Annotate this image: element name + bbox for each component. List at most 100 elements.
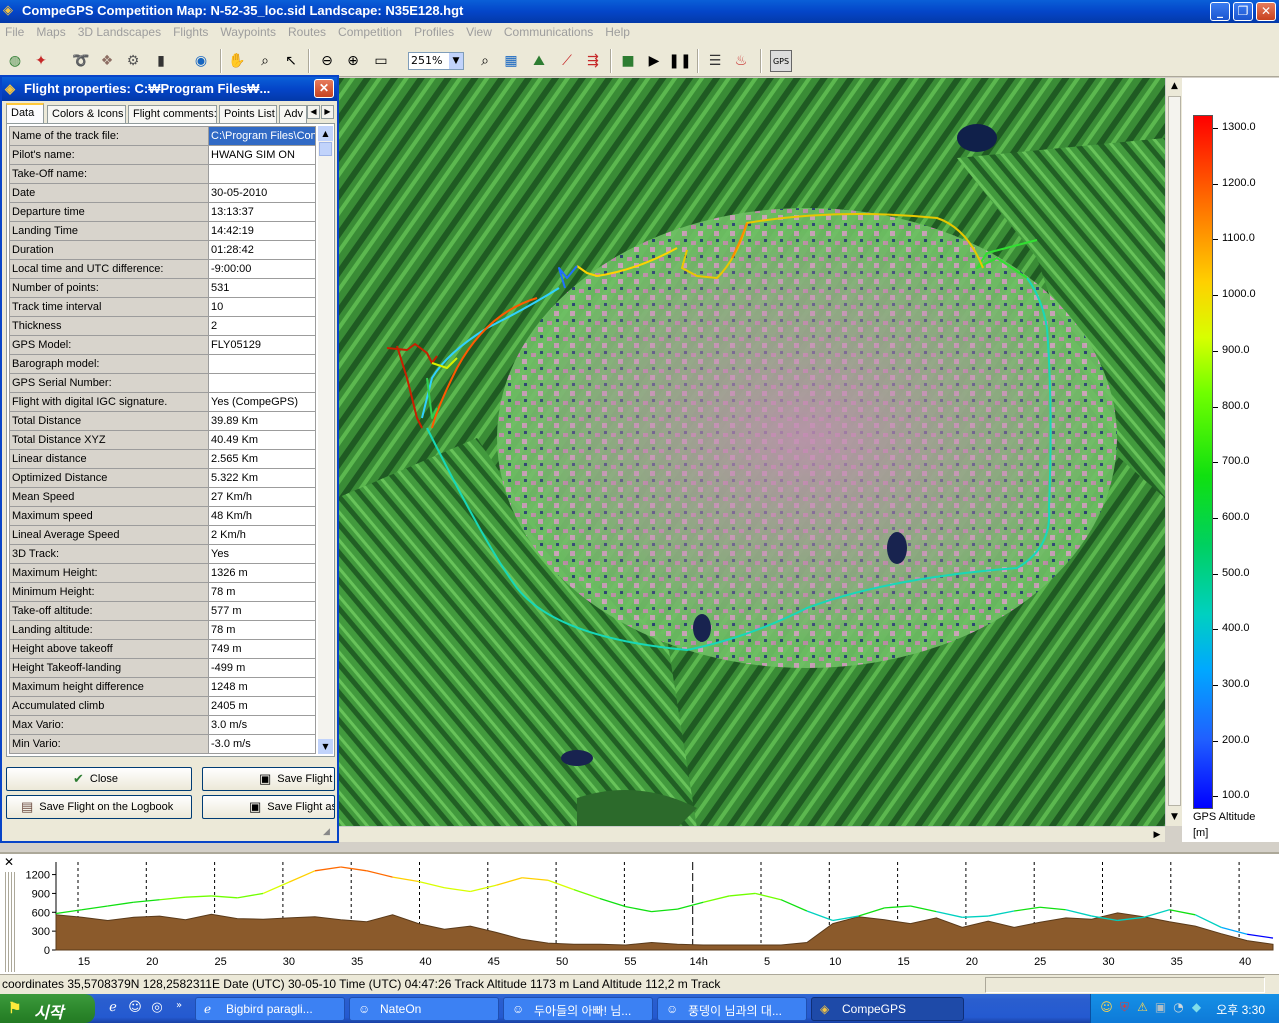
menu-communications[interactable]: Communications xyxy=(498,23,599,39)
save-flight-as-button[interactable]: ▣ Save Flight as xyxy=(202,795,335,819)
flight-data-row[interactable]: Number of points: 531 xyxy=(9,278,316,298)
flight-data-row[interactable]: Maximum Height: 1326 m xyxy=(9,563,316,583)
menu-flights[interactable]: Flights xyxy=(167,23,214,39)
pan-hand-icon[interactable]: ✋ xyxy=(226,50,248,72)
flight-data-row[interactable]: Maximum height difference 1248 m xyxy=(9,677,316,697)
globe-icon[interactable]: ◉ xyxy=(190,50,212,72)
flight-data-row[interactable]: Track time interval 10 xyxy=(9,297,316,317)
quicklaunch-expand-icon[interactable]: » xyxy=(170,1000,188,1018)
property-value[interactable] xyxy=(208,164,316,184)
menu-3d-landscapes[interactable]: 3D Landscapes xyxy=(72,23,167,39)
flight-data-row[interactable]: Optimized Distance 5.322 Km xyxy=(9,468,316,488)
taskbar-item-browser[interactable]: ℯ Bigbird paragli... xyxy=(195,997,345,1021)
property-value[interactable]: 78 m xyxy=(208,582,316,602)
property-value[interactable]: 10 xyxy=(208,297,316,317)
scroll-down-icon[interactable]: ▼ xyxy=(318,739,333,754)
flight-data-row[interactable]: Landing Time 14:42:19 xyxy=(9,221,316,241)
close-button[interactable]: ✔ Close xyxy=(6,767,192,791)
menu-maps[interactable]: Maps xyxy=(30,23,71,39)
tab-points-list[interactable]: Points List xyxy=(219,105,277,123)
update-icon[interactable]: ◆ xyxy=(1189,1000,1204,1015)
flight-data-row[interactable]: Min Vario: -3.0 m/s xyxy=(9,734,316,754)
messenger-icon[interactable]: ☺ xyxy=(126,1000,144,1018)
menu-competition[interactable]: Competition xyxy=(332,23,408,39)
altitude-profile-chart[interactable]: 1200 900 600 300 0 15 20 25 30 35 40 45 50 55 14h 5 10 15… xyxy=(20,854,1279,974)
property-value[interactable]: 3.0 m/s xyxy=(208,715,316,735)
panel-grip[interactable] xyxy=(5,872,15,972)
property-value[interactable]: 2.565 Km xyxy=(208,449,316,469)
taskbar-item-compegps[interactable]: ◈ CompeGPS xyxy=(811,997,964,1021)
3d-view-icon[interactable]: ▦ xyxy=(500,50,522,72)
zoom-out-icon[interactable]: ⊖ xyxy=(316,50,338,72)
scroll-right-icon[interactable]: ▶ xyxy=(1149,827,1165,843)
property-value[interactable]: 1248 m xyxy=(208,677,316,697)
thermal-icon[interactable]: ♨ xyxy=(730,50,752,72)
analysis-icon[interactable]: ⇶ xyxy=(582,50,604,72)
property-value[interactable]: 13:13:37 xyxy=(208,202,316,222)
start-button[interactable]: ⚑ 시작 xyxy=(0,994,95,1023)
flight-data-row[interactable]: Duration 01:28:42 xyxy=(9,240,316,260)
security-shield-icon[interactable]: ⛨ xyxy=(1117,1000,1132,1015)
menu-routes[interactable]: Routes xyxy=(282,23,332,39)
flight-data-row[interactable]: Total Distance XYZ 40.49 Km xyxy=(9,430,316,450)
menu-profiles[interactable]: Profiles xyxy=(408,23,460,39)
search-icon[interactable]: ⌕ xyxy=(474,50,496,72)
scroll-up-icon[interactable]: ▲ xyxy=(318,126,333,141)
property-value[interactable]: 78 m xyxy=(208,620,316,640)
scroll-up-icon[interactable]: ▲ xyxy=(1166,78,1183,95)
taskbar-item-nateon[interactable]: ☺ NateOn xyxy=(349,997,499,1021)
menu-view[interactable]: View xyxy=(460,23,498,39)
flight-data-row[interactable]: Accumulated climb 2405 m xyxy=(9,696,316,716)
property-value[interactable]: 5.322 Km xyxy=(208,468,316,488)
save-logbook-button[interactable]: ▤ Save Flight on the Logbook xyxy=(6,795,192,819)
flight-data-row[interactable]: GPS Model: FLY05129 xyxy=(9,335,316,355)
property-value[interactable]: 14:42:19 xyxy=(208,221,316,241)
tab-scroll-right-icon[interactable]: ▶ xyxy=(321,105,334,119)
flight-data-row[interactable]: Date 30-05-2010 xyxy=(9,183,316,203)
screen-fit-icon[interactable]: ▭ xyxy=(370,50,392,72)
tab-scroll-left-icon[interactable]: ◀ xyxy=(307,105,320,119)
flight-data-row[interactable]: Flight with digital IGC signature. Yes (C… xyxy=(9,392,316,412)
property-value[interactable]: 27 Km/h xyxy=(208,487,316,507)
grid-scrollbar[interactable]: ▲ ▼ xyxy=(318,126,333,754)
zoom-window-icon[interactable]: ⌕ xyxy=(254,50,276,72)
property-value[interactable]: 1326 m xyxy=(208,563,316,583)
flight-data-row[interactable]: Departure time 13:13:37 xyxy=(9,202,316,222)
gps-device-icon[interactable]: ▮ xyxy=(150,50,172,72)
flight-data-row[interactable]: Total Distance 39.89 Km xyxy=(9,411,316,431)
network-icon[interactable]: ▣ xyxy=(1153,1000,1168,1015)
tab-data[interactable]: Data xyxy=(6,103,44,123)
property-value[interactable]: C:\Program Files\Con xyxy=(208,126,316,146)
volume-icon[interactable]: ◔ xyxy=(1171,1000,1186,1015)
tab-colors-icons[interactable]: Colors & Icons xyxy=(47,105,126,123)
profile-graph-icon[interactable]: ⟋ xyxy=(556,50,578,72)
zoom-select[interactable]: 251% ▼ xyxy=(408,52,464,70)
track-icon[interactable]: ➰ xyxy=(70,50,92,72)
tab-flight-comments[interactable]: Flight comments: xyxy=(128,105,217,123)
flight-data-row[interactable]: Linear distance 2.565 Km xyxy=(9,449,316,469)
menu-help[interactable]: Help xyxy=(599,23,636,39)
property-value[interactable]: 577 m xyxy=(208,601,316,621)
property-value[interactable]: 2405 m xyxy=(208,696,316,716)
messenger-tray-icon[interactable]: ☺ xyxy=(1099,1000,1114,1015)
close-icon[interactable]: ✕ xyxy=(2,856,16,870)
pause-icon[interactable]: ❚❚ xyxy=(668,50,691,72)
flight-data-row[interactable]: Mean Speed 27 Km/h xyxy=(9,487,316,507)
play-icon[interactable]: ▶ xyxy=(643,50,665,72)
flight-data-row[interactable]: Max Vario: 3.0 m/s xyxy=(9,715,316,735)
scroll-thumb[interactable] xyxy=(1168,96,1181,806)
flight-data-row[interactable]: Name of the track file: C:\Program Files\… xyxy=(9,126,316,146)
flight-data-row[interactable]: Landing altitude: 78 m xyxy=(9,620,316,640)
resize-grip-icon[interactable]: ◢ xyxy=(323,827,335,839)
property-value[interactable]: -499 m xyxy=(208,658,316,678)
property-value[interactable]: 01:28:42 xyxy=(208,240,316,260)
property-value[interactable]: FLY05129 xyxy=(208,335,316,355)
property-value[interactable]: -9:00:00 xyxy=(208,259,316,279)
zoom-in-icon[interactable]: ⊕ xyxy=(342,50,364,72)
property-value[interactable]: 2 xyxy=(208,316,316,336)
flight-data-row[interactable]: Lineal Average Speed 2 Km/h xyxy=(9,525,316,545)
property-value[interactable]: 40.49 Km xyxy=(208,430,316,450)
menu-waypoints[interactable]: Waypoints xyxy=(214,23,282,39)
flight-data-row[interactable]: Take-off altitude: 577 m xyxy=(9,601,316,621)
route-icon[interactable]: ❖ xyxy=(96,50,118,72)
